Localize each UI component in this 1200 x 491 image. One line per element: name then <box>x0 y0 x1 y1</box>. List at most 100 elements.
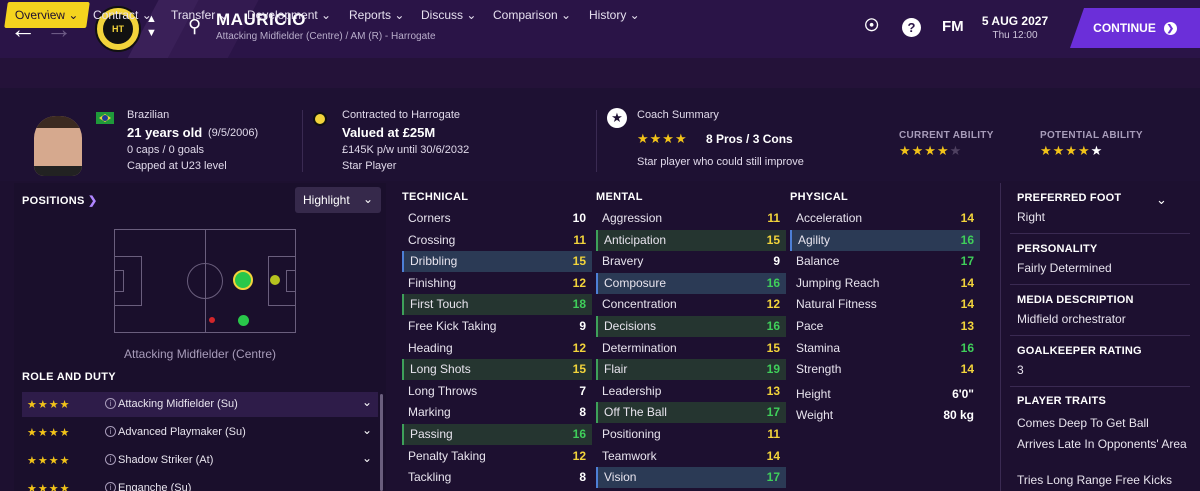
physical-attribute-row[interactable]: Agility 16 <box>790 229 980 251</box>
mental-attribute-row[interactable]: Bravery 9 <box>596 251 786 272</box>
chevron-down-icon[interactable]: ⌄ <box>362 423 372 437</box>
player-trait: Tries Long Range Free Kicks <box>1017 473 1172 487</box>
mental-attribute-row[interactable]: Anticipation 15 <box>596 229 786 251</box>
attribute-name: Positioning <box>602 427 661 441</box>
attribute-name: Aggression <box>602 211 663 225</box>
tab-label: Overview <box>14 8 66 22</box>
physical-attribute-row[interactable]: Natural Fitness 14 <box>790 294 980 315</box>
coach-note: Star player who could still improve <box>637 156 804 168</box>
mental-attribute-row[interactable]: Decisions 16 <box>596 316 786 337</box>
divider <box>1010 335 1190 336</box>
role-row[interactable]: ★★★★ i Advanced Playmaker (Su) ⌄ <box>22 420 378 445</box>
technical-attribute-row[interactable]: Finishing 12 <box>402 273 592 294</box>
media-description: Midfield orchestrator <box>1017 312 1126 326</box>
roles-scrollbar[interactable] <box>380 394 383 491</box>
physical-attribute-row[interactable]: Stamina 16 <box>790 338 980 359</box>
tab-comparison[interactable]: Comparison ⌄ <box>493 8 571 22</box>
attribute-name: Marking <box>408 405 451 420</box>
player-trait: Comes Deep To Get Ball <box>1017 416 1149 430</box>
positions-title-text: POSITIONS <box>22 195 85 207</box>
technical-attribute-row[interactable]: Crossing 11 <box>402 230 592 251</box>
highlight-label: Highlight <box>303 193 350 207</box>
mental-attribute-row[interactable]: Positioning 11 <box>596 424 786 445</box>
info-icon[interactable]: i <box>105 426 116 437</box>
info-icon[interactable]: i <box>105 482 116 491</box>
attribute-name: Bravery <box>602 254 644 269</box>
natural-position-dot <box>233 270 253 290</box>
tab-overview[interactable]: Overview ⌄ <box>4 2 91 28</box>
menu-bar <box>0 58 1200 88</box>
mental-attribute-row[interactable]: Composure 16 <box>596 272 786 294</box>
tab-development[interactable]: Development ⌄ <box>247 8 331 22</box>
physical-attribute-row[interactable]: Acceleration 14 <box>790 208 980 229</box>
tab-label: Reports <box>349 8 392 22</box>
physical-attribute-row[interactable]: Balance 17 <box>790 251 980 272</box>
coach-rating-stars: ★★★★ <box>637 131 688 146</box>
preferred-foot-label: PREFERRED FOOT <box>1017 192 1122 204</box>
info-icon[interactable]: i <box>105 398 116 409</box>
attribute-value: 17 <box>960 254 974 269</box>
tab-transfer[interactable]: Transfer ⌄ <box>171 8 229 22</box>
chevron-down-icon[interactable]: ⌄ <box>362 395 372 409</box>
mental-attribute-row[interactable]: Flair 19 <box>596 359 786 381</box>
technical-attribute-row[interactable]: Corners 10 <box>402 208 592 229</box>
tab-label: Contract <box>93 8 139 22</box>
mental-attribute-row[interactable]: Determination 15 <box>596 338 786 359</box>
tab-discuss[interactable]: Discuss ⌄ <box>421 8 476 22</box>
mental-attribute-row[interactable]: Off The Ball 17 <box>596 402 786 424</box>
continue-button[interactable]: CONTINUE ❯ <box>1070 8 1200 48</box>
technical-attribute-row[interactable]: Heading 12 <box>402 338 592 359</box>
technical-attribute-row[interactable]: Free Kick Taking 9 <box>402 316 592 337</box>
help-icon[interactable]: ? <box>902 18 921 37</box>
mental-attribute-row[interactable]: Leadership 13 <box>596 381 786 402</box>
attribute-value: 7 <box>579 383 586 398</box>
continue-label: CONTINUE <box>1093 21 1156 35</box>
chevron-down-icon: ⌄ <box>363 192 374 206</box>
technical-attribute-row[interactable]: Penalty Taking 12 <box>402 446 592 467</box>
role-row[interactable]: ★★★★ i Shadow Striker (At) ⌄ <box>22 448 378 473</box>
tab-contract[interactable]: Contract ⌄ <box>93 8 152 22</box>
tab-history[interactable]: History ⌄ <box>589 8 640 22</box>
tab-label: Discuss <box>421 8 464 22</box>
attribute-value: 14 <box>960 211 974 225</box>
mental-attribute-row[interactable]: Vision 17 <box>596 467 786 489</box>
attribute-name: Crossing <box>408 232 456 247</box>
physical-attribute-row[interactable]: Pace 13 <box>790 316 980 337</box>
technical-attribute-row[interactable]: Marking 8 <box>402 402 592 423</box>
physical-attribute-row[interactable]: Jumping Reach 14 <box>790 273 980 294</box>
technical-attribute-row[interactable]: Long Throws 7 <box>402 381 592 402</box>
attribute-value: 11 <box>573 232 586 247</box>
attribute-name: Leadership <box>602 383 662 398</box>
mental-attribute-row[interactable]: Teamwork 14 <box>596 446 786 467</box>
technical-attribute-row[interactable]: Passing 16 <box>402 424 592 445</box>
role-row[interactable]: ★★★★ i Enganche (Su) <box>22 476 378 491</box>
attribute-name: Jumping Reach <box>796 275 880 290</box>
technical-attribute-row[interactable]: First Touch 18 <box>402 294 592 316</box>
fm-menu-button[interactable]: FM <box>942 18 964 35</box>
technical-attribute-row[interactable]: Long Shots 15 <box>402 359 592 381</box>
chevron-down-icon[interactable]: ⌄ <box>1156 192 1167 208</box>
attribute-value: 19 <box>766 362 780 377</box>
role-stars: ★★★★ <box>27 399 71 411</box>
mental-attribute-row[interactable]: Concentration 12 <box>596 294 786 315</box>
divider <box>302 110 303 172</box>
chevron-down-icon[interactable]: ⌄ <box>362 451 372 465</box>
technical-attribute-row[interactable]: Dribbling 15 <box>402 251 592 273</box>
info-icon[interactable]: i <box>105 454 116 465</box>
attribute-value: 16 <box>766 319 780 333</box>
role-row[interactable]: ★★★★ i Attacking Midfielder (Su) ⌄ <box>22 392 378 417</box>
attribute-name: Long Shots <box>410 362 471 377</box>
attribute-value: 13 <box>960 319 974 333</box>
tab-reports[interactable]: Reports ⌄ <box>349 8 404 22</box>
highlight-dropdown[interactable]: Highlight ⌄ <box>295 187 381 213</box>
physical-attribute-row[interactable]: Strength 14 <box>790 359 980 380</box>
attribute-name: Corners <box>408 211 451 225</box>
positions-title[interactable]: POSITIONS ❯ <box>22 194 98 207</box>
world-icon[interactable]: ☉ <box>864 16 879 36</box>
technical-attribute-row[interactable]: Tackling 8 <box>402 467 592 488</box>
attribute-value: 18 <box>572 297 586 312</box>
role-stars: ★★★★ <box>27 483 71 491</box>
player-photo <box>34 116 82 176</box>
attribute-name: Anticipation <box>604 232 667 247</box>
mental-attribute-row[interactable]: Aggression 11 <box>596 208 786 229</box>
